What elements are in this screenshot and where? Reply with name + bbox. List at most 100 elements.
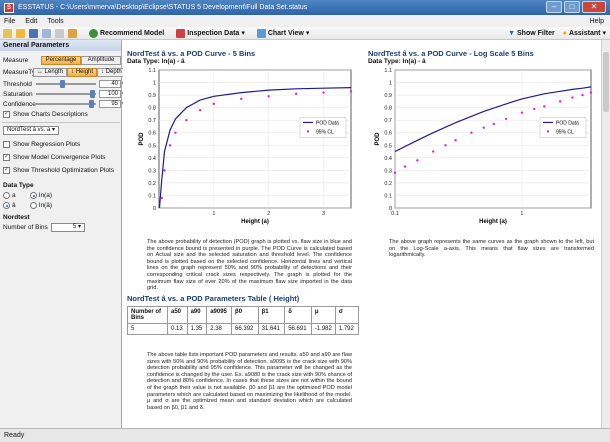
save-icon[interactable] [29,28,38,38]
data-type-ahat-radio[interactable] [3,202,10,209]
cl-point [294,92,298,96]
table-title: NordTest â vs. a POD Parameters Table ( … [127,294,300,303]
y-tick-label: 0.7 [384,118,392,124]
cell: 2.38 [206,323,233,335]
data-type-a-radio[interactable] [3,192,10,199]
scrollbar-thumb[interactable] [603,52,609,112]
cl-point [482,126,485,129]
slider-knob[interactable] [90,90,95,98]
maximize-icon[interactable]: □ [564,1,580,13]
slider-knob[interactable] [88,100,94,108]
open-folder-icon[interactable] [16,28,25,38]
show-filter-button[interactable]: ▼ Show Filter [508,30,555,37]
chart1-title: NordTest â vs. a POD Curve - 5 Bins [127,49,256,58]
menu-help[interactable]: Help [590,18,604,25]
y-tick-label: 0.3 [384,168,392,174]
filter-icon: ▼ [508,29,515,37]
y-tick-label: 0.3 [148,168,156,174]
report-content[interactable]: NordTest â vs. a POD Curve - 5 Bins Data… [123,40,601,428]
model-select[interactable]: NordTest â vs. a ▾ [3,126,60,135]
show-threshold-row[interactable]: ✓ Show Threshold Optimization Plots [3,167,114,174]
general-parameters-panel: General Parameters Measure Percentage Am… [0,40,128,428]
cl-point [168,144,172,147]
bins-select[interactable]: 5 ▾ [51,223,85,232]
paste-icon[interactable] [68,28,77,38]
cl-point [454,139,457,142]
measure-type-length-button[interactable]: ↔ Length [33,68,68,77]
show-charts-descriptions-row[interactable]: ✓ Show Charts Descriptions [3,111,88,118]
y-axis-label: POD [375,132,381,146]
menu-bar: File Edit Tools Help [0,15,610,27]
cl-point [163,169,166,172]
chart2-description: The above graph represents the same curv… [389,239,594,259]
threshold-slider[interactable] [36,80,96,88]
y-tick-label: 0.1 [148,193,156,199]
threshold-input[interactable]: 40 [99,80,121,88]
x-tick-label: 1 [212,211,215,217]
y-tick-label: 0 [153,206,156,212]
cl-point [589,91,593,94]
window-title-bar[interactable]: S ESSTATUS - C:\Users\mmerva\Desktop\Ecl… [0,0,610,15]
confidence-row: Confidence 95 % [3,100,128,108]
chart2-title: NordTest â vs. a POD Curve - Log Scale 5… [368,49,534,58]
cl-point [520,111,524,114]
cell: 66.392 [231,323,259,335]
show-convergence-checkbox[interactable]: ✓ [3,154,10,161]
data-type-ln-a-radio[interactable] [30,192,37,199]
show-regression-checkbox[interactable] [3,141,10,148]
arrow-down-icon: ↓ [101,69,105,75]
legend-cl-swatch [306,130,310,133]
measure-type-height-button[interactable]: ↕ Height [67,68,98,77]
pod-curve-chart: 0 0.1 0.2 0.3 0.4 0.5 0.6 0.7 0.8 0.9 1 1.1 1 2 3 Heigh… [139,68,353,225]
menu-file[interactable]: File [4,18,15,25]
saturation-slider[interactable] [36,90,96,98]
data-type-ln-ahat-radio[interactable] [30,202,37,209]
copy-icon[interactable] [55,28,64,38]
header-bins: Number of Bins [127,306,168,324]
inspection-data-button[interactable]: Inspection Data ▾ [176,28,245,38]
y-tick-label: 0.9 [148,93,156,99]
cut-icon[interactable] [42,28,51,38]
show-threshold-checkbox[interactable]: ✓ [3,167,10,174]
saturation-input[interactable]: 100 [99,90,121,98]
new-file-icon[interactable] [3,28,12,38]
nordtest-label: Nordtest [3,214,30,221]
panel-header: General Parameters [0,40,121,51]
x-tick-label: 1 [520,211,523,217]
chevron-down-icon: ▾ [77,224,81,230]
slider-knob[interactable] [60,80,65,88]
cell: 0.13 [167,323,188,335]
measure-amplitude-button[interactable]: Amplitude [81,56,121,65]
menu-edit[interactable]: Edit [25,18,37,25]
table-description: The above table lists important POD para… [147,352,352,411]
cl-point [416,159,419,162]
legend-pod-label: POD Data [556,120,579,126]
arrows-horizontal-icon: ↔ [37,69,43,75]
minimize-icon[interactable]: – [546,1,562,13]
arrows-vertical-icon: ↕ [71,69,75,75]
cl-point [492,122,495,126]
menu-tools[interactable]: Tools [47,18,63,25]
assistant-button[interactable]: ● Assistant ▾ [563,29,606,38]
vertical-scrollbar[interactable] [601,40,610,428]
confidence-slider[interactable] [36,100,96,108]
cl-point [267,95,270,98]
y-tick-label: 0.6 [384,131,392,137]
recommend-model-button[interactable]: Recommend Model [89,28,164,38]
y-tick-label: 0.4 [148,156,156,162]
data-type-row-2: â ln(â) [3,202,52,209]
measure-percentage-button[interactable]: Percentage [41,56,81,65]
show-regression-row[interactable]: Show Regression Plots [3,141,80,148]
show-convergence-row[interactable]: ✓ Show Model Convergence Plots [3,154,106,161]
y-tick-label: 0.5 [384,143,392,149]
confidence-input[interactable]: 95 [99,100,121,108]
show-charts-descriptions-checkbox[interactable]: ✓ [3,111,10,118]
grid-icon [176,28,186,38]
chart-view-button[interactable]: Chart View ▾ [256,28,309,38]
measure-type-depth-button[interactable]: ↓ Depth [97,68,126,77]
cl-point [571,96,574,99]
cl-point [470,131,473,134]
close-icon[interactable]: ✕ [582,1,606,13]
y-tick-label: 0.2 [384,181,392,187]
cl-point [543,105,546,108]
